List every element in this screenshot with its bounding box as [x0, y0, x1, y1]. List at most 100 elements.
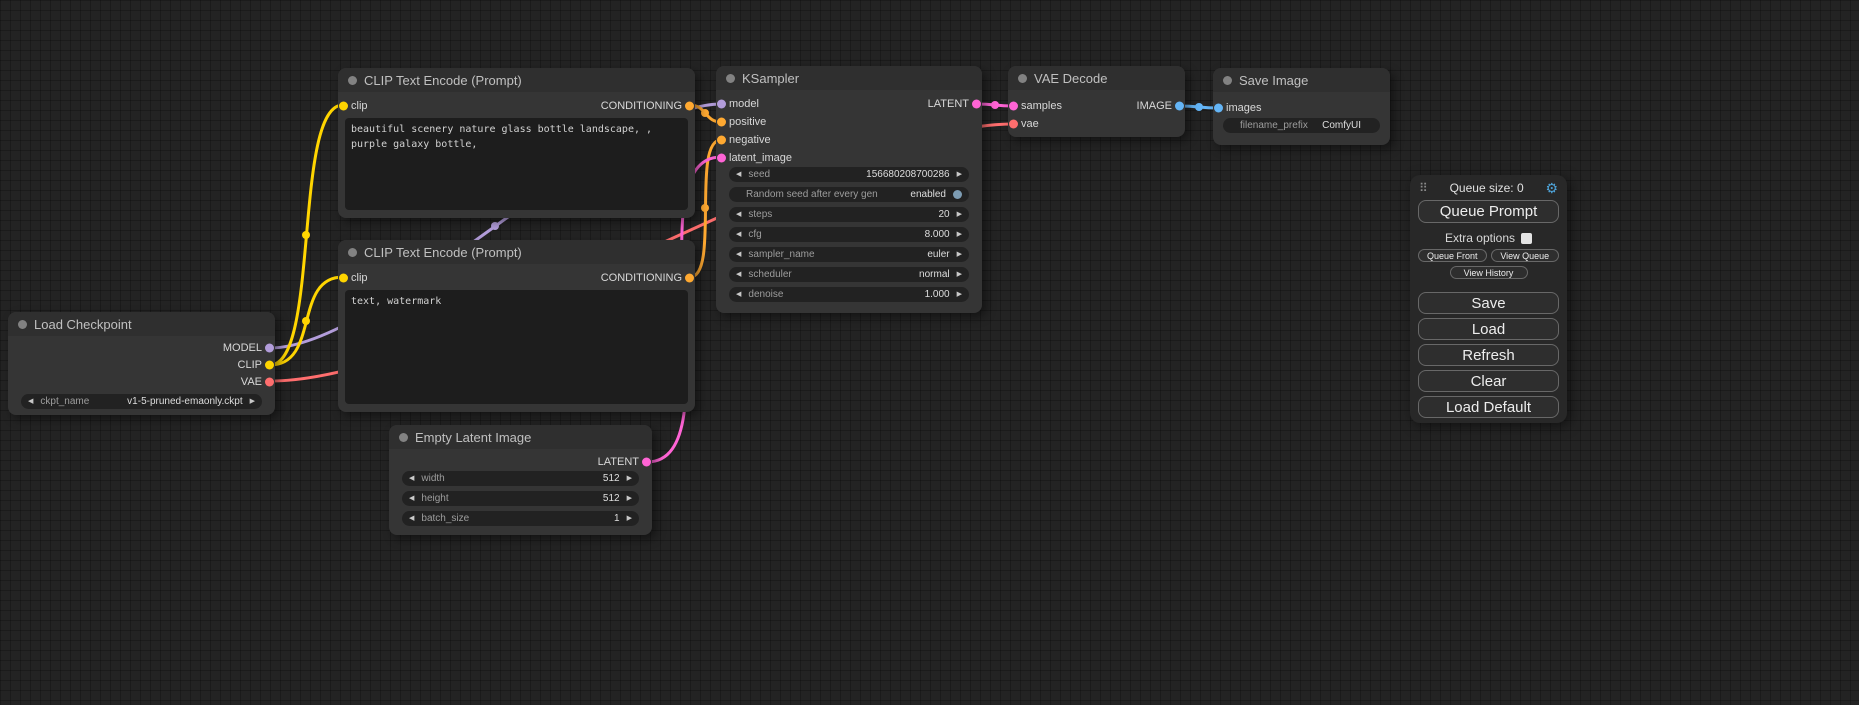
input-slot-samples[interactable]: [1009, 102, 1018, 111]
clear-button[interactable]: Clear: [1418, 370, 1559, 392]
widget-cfg[interactable]: ◀ cfg 8.000 ▶: [729, 227, 969, 242]
decrement-arrow-icon[interactable]: ◀: [736, 231, 741, 238]
refresh-button[interactable]: Refresh: [1418, 344, 1559, 366]
increment-arrow-icon[interactable]: ▶: [957, 291, 962, 298]
node-title: CLIP Text Encode (Prompt): [364, 245, 522, 260]
node-save-image[interactable]: Save Image images filename_prefix ComfyU…: [1213, 68, 1390, 145]
drag-handle-icon[interactable]: ⠿: [1419, 181, 1428, 195]
increment-arrow-icon[interactable]: ▶: [627, 475, 632, 482]
prompt-textarea[interactable]: beautiful scenery nature glass bottle la…: [345, 118, 688, 210]
input-slot-latent-image[interactable]: [717, 154, 726, 163]
node-clip-text-encode-positive[interactable]: CLIP Text Encode (Prompt) clip CONDITION…: [338, 68, 695, 218]
load-default-button[interactable]: Load Default: [1418, 396, 1559, 418]
load-button[interactable]: Load: [1418, 318, 1559, 340]
output-slot-conditioning[interactable]: [685, 273, 694, 282]
node-title-bar[interactable]: KSampler: [716, 66, 982, 90]
widget-seed[interactable]: ◀ seed 156680208700286 ▶: [729, 167, 969, 182]
widget-steps[interactable]: ◀ steps 20 ▶: [729, 207, 969, 222]
save-button[interactable]: Save: [1418, 292, 1559, 314]
widget-denoise[interactable]: ◀ denoise 1.000 ▶: [729, 287, 969, 302]
widget-sampler-name[interactable]: ◀ sampler_name euler ▶: [729, 247, 969, 262]
node-title: VAE Decode: [1034, 71, 1107, 86]
output-slot-model[interactable]: [265, 343, 274, 352]
increment-arrow-icon[interactable]: ▶: [957, 271, 962, 278]
output-slot-vae[interactable]: [265, 377, 274, 386]
increment-arrow-icon[interactable]: ▶: [250, 398, 255, 405]
settings-gear-icon[interactable]: ⚙: [1545, 180, 1558, 197]
input-slot-clip[interactable]: [339, 273, 348, 282]
widget-label: steps: [748, 209, 772, 220]
widget-value: 512: [603, 473, 620, 484]
increment-arrow-icon[interactable]: ▶: [957, 211, 962, 218]
node-empty-latent-image[interactable]: Empty Latent Image LATENT ◀ width 512 ▶ …: [389, 425, 652, 535]
collapse-dot-icon[interactable]: [348, 76, 357, 85]
input-slot-positive[interactable]: [717, 118, 726, 127]
collapse-dot-icon[interactable]: [399, 433, 408, 442]
widget-value: v1-5-pruned-emaonly.ckpt: [127, 396, 242, 407]
extra-options-checkbox[interactable]: [1521, 233, 1532, 244]
prompt-textarea[interactable]: text, watermark: [345, 290, 688, 404]
decrement-arrow-icon[interactable]: ◀: [736, 291, 741, 298]
decrement-arrow-icon[interactable]: ◀: [736, 271, 741, 278]
decrement-arrow-icon[interactable]: ◀: [736, 251, 741, 258]
input-slot-model[interactable]: [717, 100, 726, 109]
decrement-arrow-icon[interactable]: ◀: [736, 171, 741, 178]
input-slot-vae[interactable]: [1009, 120, 1018, 129]
collapse-dot-icon[interactable]: [726, 74, 735, 83]
widget-filename-prefix[interactable]: filename_prefix ComfyUI: [1223, 118, 1380, 133]
output-slot-latent[interactable]: [972, 100, 981, 109]
widget-height[interactable]: ◀ height 512 ▶: [402, 491, 639, 506]
collapse-dot-icon[interactable]: [18, 320, 27, 329]
extra-options-row: Extra options: [1410, 231, 1567, 245]
widget-value: euler: [927, 249, 949, 260]
widget-scheduler[interactable]: ◀ scheduler normal ▶: [729, 267, 969, 282]
node-title-bar[interactable]: Empty Latent Image: [389, 425, 652, 449]
view-queue-button[interactable]: View Queue: [1491, 249, 1560, 262]
decrement-arrow-icon[interactable]: ◀: [28, 398, 33, 405]
collapse-dot-icon[interactable]: [1018, 74, 1027, 83]
decrement-arrow-icon[interactable]: ◀: [409, 515, 414, 522]
decrement-arrow-icon[interactable]: ◀: [409, 475, 414, 482]
wire-midpoint-dot: [991, 101, 999, 109]
input-slot-images[interactable]: [1214, 104, 1223, 113]
node-title-bar[interactable]: Load Checkpoint: [8, 312, 275, 336]
widget-ckpt-name[interactable]: ◀ ckpt_name v1-5-pruned-emaonly.ckpt ▶: [21, 394, 262, 409]
collapse-dot-icon[interactable]: [348, 248, 357, 257]
widget-label: denoise: [748, 289, 783, 300]
queue-front-button[interactable]: Queue Front: [1418, 249, 1487, 262]
widget-random-seed-toggle[interactable]: Random seed after every gen enabled: [729, 187, 969, 202]
input-slot-negative[interactable]: [717, 136, 726, 145]
widget-value: ComfyUI: [1322, 120, 1361, 131]
increment-arrow-icon[interactable]: ▶: [957, 171, 962, 178]
node-vae-decode[interactable]: VAE Decode samples IMAGE vae: [1008, 66, 1185, 137]
widget-width[interactable]: ◀ width 512 ▶: [402, 471, 639, 486]
input-label-model: model: [729, 98, 759, 110]
node-title-bar[interactable]: VAE Decode: [1008, 66, 1185, 90]
increment-arrow-icon[interactable]: ▶: [957, 251, 962, 258]
decrement-arrow-icon[interactable]: ◀: [736, 211, 741, 218]
decrement-arrow-icon[interactable]: ◀: [409, 495, 414, 502]
view-history-button[interactable]: View History: [1450, 266, 1528, 279]
input-label-clip: clip: [351, 100, 368, 112]
collapse-dot-icon[interactable]: [1223, 76, 1232, 85]
node-graph-canvas[interactable]: Load Checkpoint MODEL CLIP VAE ◀ ckpt_na…: [0, 0, 1859, 705]
toggle-icon[interactable]: [953, 190, 962, 199]
output-slot-clip[interactable]: [265, 360, 274, 369]
node-title-bar[interactable]: Save Image: [1213, 68, 1390, 92]
input-label-clip: clip: [351, 272, 368, 284]
node-load-checkpoint[interactable]: Load Checkpoint MODEL CLIP VAE ◀ ckpt_na…: [8, 312, 275, 415]
increment-arrow-icon[interactable]: ▶: [627, 515, 632, 522]
increment-arrow-icon[interactable]: ▶: [627, 495, 632, 502]
input-slot-clip[interactable]: [339, 101, 348, 110]
node-clip-text-encode-negative[interactable]: CLIP Text Encode (Prompt) clip CONDITION…: [338, 240, 695, 412]
output-slot-latent[interactable]: [642, 458, 651, 467]
node-title-bar[interactable]: CLIP Text Encode (Prompt): [338, 240, 695, 264]
output-slot-conditioning[interactable]: [685, 101, 694, 110]
node-title-bar[interactable]: CLIP Text Encode (Prompt): [338, 68, 695, 92]
output-label-latent: LATENT: [598, 456, 639, 468]
node-ksampler[interactable]: KSampler model LATENT positive negative …: [716, 66, 982, 313]
increment-arrow-icon[interactable]: ▶: [957, 231, 962, 238]
output-slot-image[interactable]: [1175, 102, 1184, 111]
queue-prompt-button[interactable]: Queue Prompt: [1418, 200, 1559, 223]
widget-batch-size[interactable]: ◀ batch_size 1 ▶: [402, 511, 639, 526]
